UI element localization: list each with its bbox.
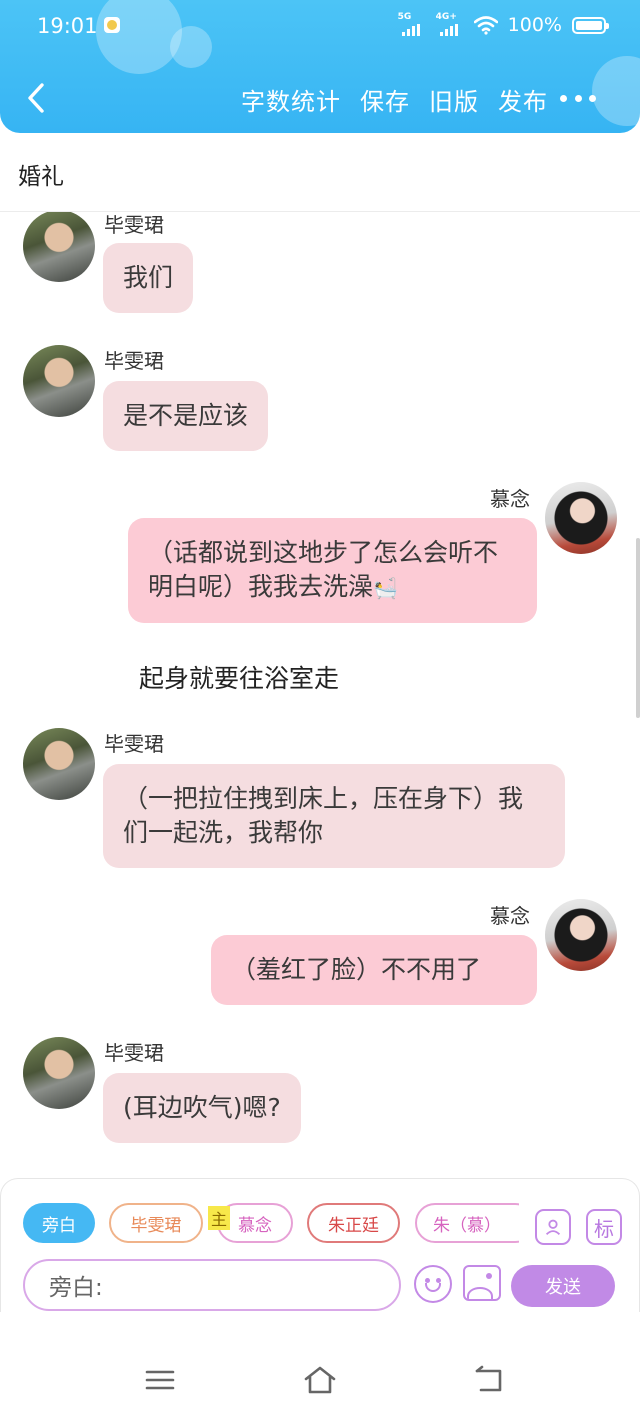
old-version-button[interactable]: 旧版 — [429, 82, 479, 117]
bath-emoji: 🛀 — [373, 576, 398, 600]
person-card-icon[interactable] — [535, 1209, 571, 1245]
sender-name: 毕雯珺 — [104, 349, 164, 373]
wifi-icon — [473, 16, 498, 35]
message-text: （话都说到这地步了怎么会听不明白呢）我我去洗澡 — [148, 538, 499, 601]
lead-role-badge: 主 — [208, 1206, 230, 1230]
mark-label-button[interactable]: 标 — [586, 1209, 622, 1245]
sender-name: 毕雯珺 — [104, 213, 164, 237]
message-text: 是不是应该 — [123, 401, 249, 430]
decor-bubble — [170, 26, 212, 68]
sender-name: 毕雯珺 — [104, 732, 164, 756]
image-icon[interactable] — [463, 1265, 501, 1301]
message-bubble[interactable]: （羞红了脸）不不用了 — [211, 935, 537, 1005]
back-arrow-icon — [28, 83, 44, 113]
network-type-label: 4G+ — [435, 12, 457, 22]
message-text: （一把拉住拽到床上，压在身下）我们一起洗，我帮你 — [123, 784, 524, 847]
message-text: 我们 — [123, 263, 174, 292]
message-text: (耳边吹气)嗯? — [123, 1093, 281, 1122]
composer-panel: 旁白 毕雯珺 慕念 朱正廷 朱（慕） 标 旁白: 发送 — [0, 1178, 640, 1312]
role-chip-bi-wenjun[interactable]: 毕雯珺 — [109, 1203, 203, 1243]
role-chips: 旁白 毕雯珺 慕念 朱正廷 朱（慕） — [23, 1203, 519, 1245]
battery-icon — [572, 16, 609, 34]
avatar-bi-wenjun[interactable] — [23, 345, 95, 417]
save-button[interactable]: 保存 — [360, 82, 410, 117]
decor-bubble — [592, 56, 640, 126]
avatar-bi-wenjun[interactable] — [23, 728, 95, 800]
sender-name: 毕雯珺 — [104, 1041, 164, 1065]
header-bar: 19:01 5G 4G+ 100% 字数统计 保存 旧版 发布 — [0, 0, 640, 133]
menu-icon[interactable] — [144, 1365, 176, 1395]
title-row: 婚礼 — [0, 133, 640, 212]
mark-label: 标 — [594, 1216, 614, 1241]
role-chip-zhu-zhengting[interactable]: 朱正廷 — [307, 1203, 400, 1243]
send-button[interactable]: 发送 — [511, 1265, 615, 1307]
message-bubble[interactable]: （一把拉住拽到床上，压在身下）我们一起洗，我帮你 — [103, 764, 565, 868]
narration-text[interactable]: 起身就要往浴室走 — [139, 659, 339, 695]
home-icon[interactable] — [303, 1365, 337, 1395]
avatar-mu-nian[interactable] — [545, 482, 617, 554]
signal-4g-icon: 4G+ — [435, 12, 464, 36]
message-input[interactable]: 旁白: — [23, 1259, 401, 1311]
back-icon[interactable] — [473, 1365, 505, 1395]
network-type-label: 5G — [397, 12, 412, 22]
sender-name: 慕念 — [490, 487, 530, 511]
more-dots-icon[interactable] — [560, 86, 596, 110]
avatar-bi-wenjun[interactable] — [23, 212, 95, 282]
chat-area[interactable]: 毕雯珺 我们 毕雯珺 是不是应该 慕念 （话都说到这地步了怎么会听不明白呢）我我… — [0, 212, 640, 1178]
message-bubble[interactable]: （话都说到这地步了怎么会听不明白呢）我我去洗澡🛀 — [128, 518, 537, 623]
chat-scrollbar[interactable] — [636, 538, 640, 718]
back-button[interactable] — [18, 78, 54, 118]
avatar-bi-wenjun[interactable] — [23, 1037, 95, 1109]
avatar-mu-nian[interactable] — [545, 899, 617, 971]
battery-percent: 100% — [507, 14, 562, 36]
message-bubble[interactable]: (耳边吹气)嗯? — [103, 1073, 301, 1143]
notification-app-icon — [104, 17, 120, 33]
word-count-button[interactable]: 字数统计 — [241, 82, 341, 117]
publish-button[interactable]: 发布 — [498, 82, 548, 117]
message-bubble[interactable]: 是不是应该 — [103, 381, 269, 451]
role-chip-zhu-mu[interactable]: 朱（慕） — [415, 1203, 519, 1243]
header-actions: 字数统计 保存 旧版 发布 — [241, 82, 548, 117]
status-time: 19:01 — [37, 14, 98, 38]
emoji-icon[interactable] — [414, 1265, 452, 1303]
message-text: （羞红了脸）不不用了 — [231, 955, 482, 984]
message-bubble[interactable]: 我们 — [103, 243, 194, 313]
input-placeholder: 旁白: — [49, 1275, 103, 1301]
decor-bubble — [96, 0, 182, 74]
sender-name: 慕念 — [490, 904, 530, 928]
page-title[interactable]: 婚礼 — [18, 157, 64, 191]
signal-5g-icon: 5G — [397, 12, 426, 36]
status-indicators: 5G 4G+ 100% — [397, 12, 609, 36]
role-chip-narration[interactable]: 旁白 — [23, 1203, 95, 1243]
system-nav-bar — [0, 1312, 640, 1422]
